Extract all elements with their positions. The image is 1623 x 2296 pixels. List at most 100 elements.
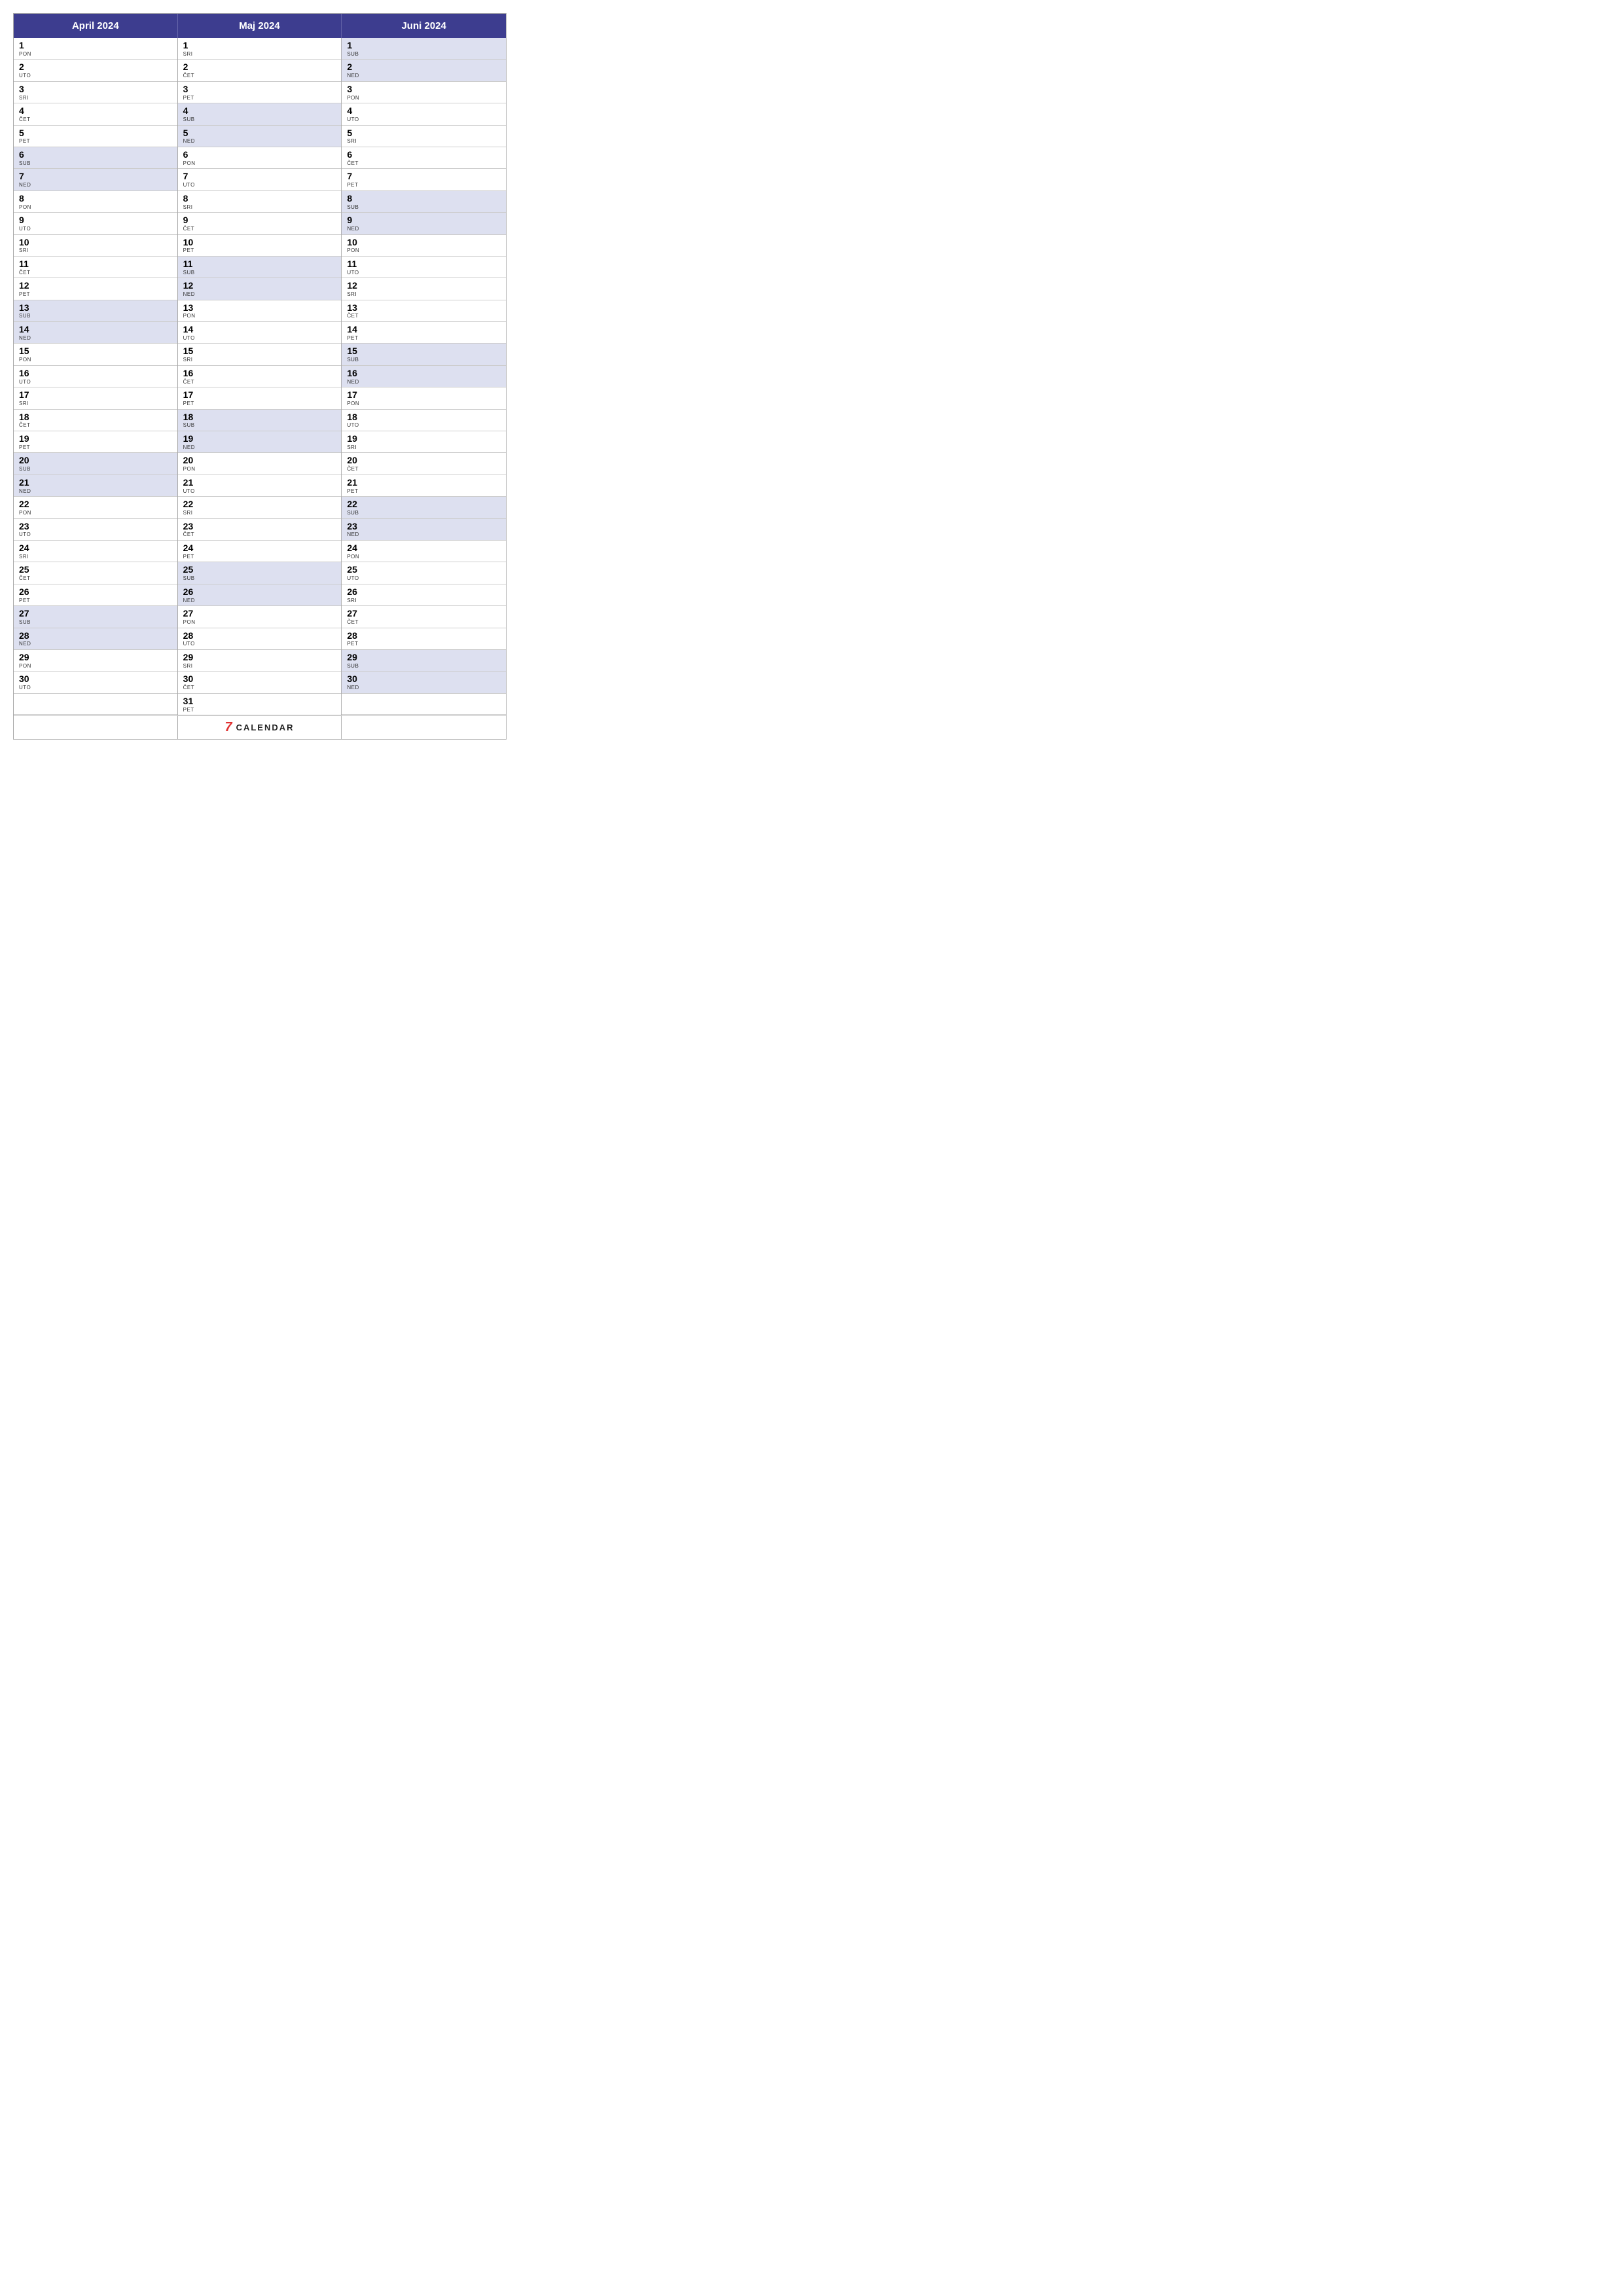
day-number: 1 — [19, 40, 172, 51]
day-cell: 25UTO — [342, 562, 506, 584]
day-number: 3 — [19, 84, 172, 95]
day-cell: 19SRI — [342, 431, 506, 453]
day-cell: 1SRI — [178, 38, 342, 60]
day-cell: 21PET — [342, 475, 506, 497]
day-name: PON — [19, 663, 172, 670]
day-number: 21 — [183, 477, 336, 488]
april-col: 1PON2UTO3SRI4ČET5PET6SUB7NED8PON9UTO10SR… — [14, 38, 178, 715]
day-number: 2 — [19, 62, 172, 73]
day-cell: 18SUB — [178, 410, 342, 431]
day-name: ČET — [19, 270, 172, 276]
day-name: SRI — [19, 247, 172, 254]
day-cell: 14PET — [342, 322, 506, 344]
day-cell: 3PON — [342, 82, 506, 103]
header-row: April 2024 Maj 2024 Juni 2024 — [14, 14, 506, 38]
day-number: 3 — [347, 84, 501, 95]
day-name: UTO — [347, 270, 501, 276]
day-name: UTO — [347, 422, 501, 429]
day-number: 11 — [183, 259, 336, 270]
day-name: PET — [19, 444, 172, 451]
day-number: 25 — [19, 564, 172, 575]
day-name: UTO — [347, 575, 501, 582]
day-name: NED — [183, 444, 336, 451]
day-number: 22 — [347, 499, 501, 510]
day-number: 10 — [347, 237, 501, 248]
day-number: 4 — [19, 105, 172, 117]
day-number: 1 — [183, 40, 336, 51]
day-cell: 7UTO — [178, 169, 342, 190]
day-cell: 12PET — [14, 278, 177, 300]
day-cell: 17PET — [178, 387, 342, 409]
day-number: 3 — [183, 84, 336, 95]
day-cell: 26PET — [14, 584, 177, 606]
day-cell: 11SUB — [178, 257, 342, 278]
day-number: 7 — [183, 171, 336, 182]
day-number: 1 — [347, 40, 501, 51]
day-cell: 4UTO — [342, 103, 506, 125]
day-number: 16 — [347, 368, 501, 379]
day-name: SRI — [183, 663, 336, 670]
day-number: 30 — [347, 673, 501, 685]
day-name: UTO — [183, 335, 336, 342]
day-name: NED — [347, 226, 501, 232]
day-name: SUB — [19, 160, 172, 167]
day-cell: 30ČET — [178, 672, 342, 693]
day-name: PON — [19, 357, 172, 363]
day-number: 5 — [347, 128, 501, 139]
day-name: PON — [19, 51, 172, 58]
day-name: SUB — [347, 663, 501, 670]
day-name: PON — [347, 95, 501, 101]
header-juni: Juni 2024 — [342, 14, 506, 38]
day-cell: 7NED — [14, 169, 177, 190]
day-cell: 24PET — [178, 541, 342, 562]
day-cell: 22SRI — [178, 497, 342, 518]
day-number: 6 — [183, 149, 336, 160]
day-name: SRI — [347, 291, 501, 298]
day-cell: 11ČET — [14, 257, 177, 278]
day-name: PET — [183, 707, 336, 713]
day-name: PON — [183, 160, 336, 167]
day-number: 27 — [183, 608, 336, 619]
day-name: ČET — [19, 575, 172, 582]
day-name: SUB — [183, 575, 336, 582]
day-cell: 13ČET — [342, 300, 506, 322]
day-number: 4 — [347, 105, 501, 117]
day-cell: 9ČET — [178, 213, 342, 234]
day-cell: 15PON — [14, 344, 177, 365]
day-name: SUB — [347, 510, 501, 516]
day-cell: 25ČET — [14, 562, 177, 584]
day-number: 15 — [347, 346, 501, 357]
day-name: UTO — [19, 226, 172, 232]
day-name: NED — [347, 379, 501, 386]
day-number: 23 — [19, 521, 172, 532]
day-number: 8 — [19, 193, 172, 204]
day-cell: 9NED — [342, 213, 506, 234]
day-cell: 3PET — [178, 82, 342, 103]
day-cell: 5PET — [14, 126, 177, 147]
day-number: 6 — [19, 149, 172, 160]
day-cell: 28NED — [14, 628, 177, 650]
day-name: PON — [19, 204, 172, 211]
day-number: 13 — [19, 302, 172, 314]
day-number: 24 — [347, 543, 501, 554]
day-number: 18 — [19, 412, 172, 423]
day-cell: 25SUB — [178, 562, 342, 584]
calendar-logo-icon: 7 — [224, 720, 232, 735]
day-number: 12 — [19, 280, 172, 291]
day-number: 20 — [19, 455, 172, 466]
day-number: 28 — [183, 630, 336, 641]
day-number: 24 — [19, 543, 172, 554]
day-name: SUB — [183, 422, 336, 429]
day-number: 9 — [19, 215, 172, 226]
day-cell: 4SUB — [178, 103, 342, 125]
day-name: SUB — [19, 466, 172, 473]
day-number: 20 — [183, 455, 336, 466]
day-cell: 12NED — [178, 278, 342, 300]
day-number: 26 — [347, 586, 501, 598]
day-name: UTO — [183, 488, 336, 495]
day-name: SRI — [19, 95, 172, 101]
day-number: 13 — [347, 302, 501, 314]
day-cell: 30UTO — [14, 672, 177, 693]
day-cell: 12SRI — [342, 278, 506, 300]
day-cell: 14NED — [14, 322, 177, 344]
